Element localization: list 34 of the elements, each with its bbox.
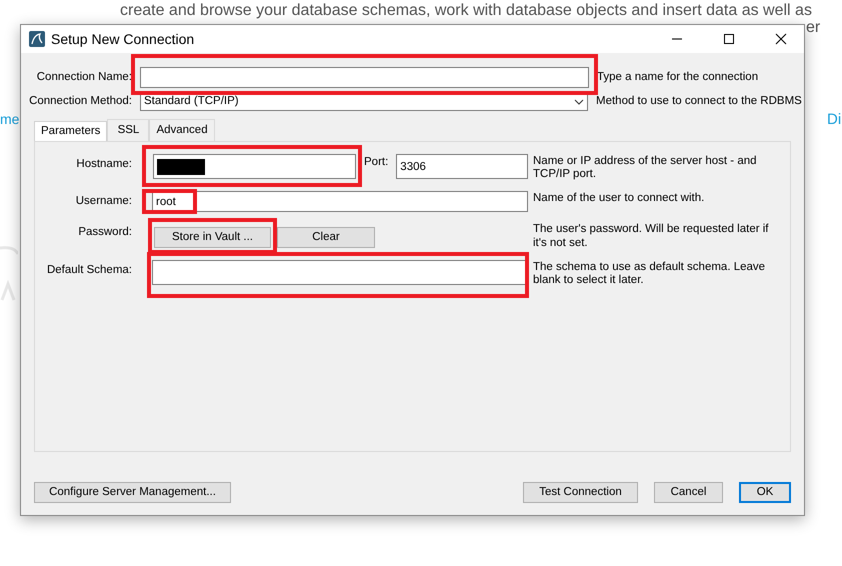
clear-button[interactable]: Clear: [277, 227, 375, 248]
hint-text: Method to use to connect to the RDBMS: [596, 94, 802, 108]
dialog-button[interactable]: OK: [739, 482, 791, 503]
input-field[interactable]: 3306: [396, 154, 528, 179]
dialog-button[interactable]: Cancel: [654, 482, 723, 503]
field-label: Username:: [74, 194, 132, 210]
hint-text: Name or IP address of the server host - and TCP/IP port.: [532, 154, 758, 182]
configure-server-management-button[interactable]: Configure Server Management...: [34, 482, 231, 503]
close-icon: [775, 33, 787, 45]
field-label: Hostname:: [75, 157, 132, 172]
maximize-icon: [723, 33, 735, 45]
hint-text: The user's password. Will be requested later if it's not set.: [532, 222, 770, 250]
page-text: er: [806, 18, 820, 38]
hint-text: Type a name for the connection: [597, 70, 758, 84]
caret-icon: [574, 98, 584, 104]
input-field[interactable]: [152, 260, 527, 285]
input-field[interactable]: [140, 67, 589, 88]
field-label: Connection Method:: [28, 94, 132, 109]
field-label: Password:: [77, 225, 132, 240]
field-label: Default Schema:: [46, 262, 132, 278]
window-title: Setup New Connection: [51, 30, 196, 49]
hint-text: Name of the user to connect with.: [532, 191, 706, 206]
hint-text: The schema to use as default schema. Leave blank to select it later.: [532, 260, 766, 288]
input-field[interactable]: root: [152, 191, 528, 212]
app-icon: [29, 31, 45, 47]
field-label: Port:: [364, 155, 388, 170]
tab[interactable]: SSL: [107, 118, 150, 141]
page-text: create and browse your database schemas, work with database objects and insert data as well as: [120, 1, 812, 21]
tab[interactable]: Parameters: [34, 121, 108, 141]
field-label: Connection Name:: [36, 70, 132, 85]
tab[interactable]: Advanced: [149, 118, 215, 141]
input-field[interactable]: [153, 154, 356, 179]
dialog-button[interactable]: Test Connection: [523, 482, 638, 503]
store-in-vault-button[interactable]: Store in Vault ...: [154, 227, 271, 248]
